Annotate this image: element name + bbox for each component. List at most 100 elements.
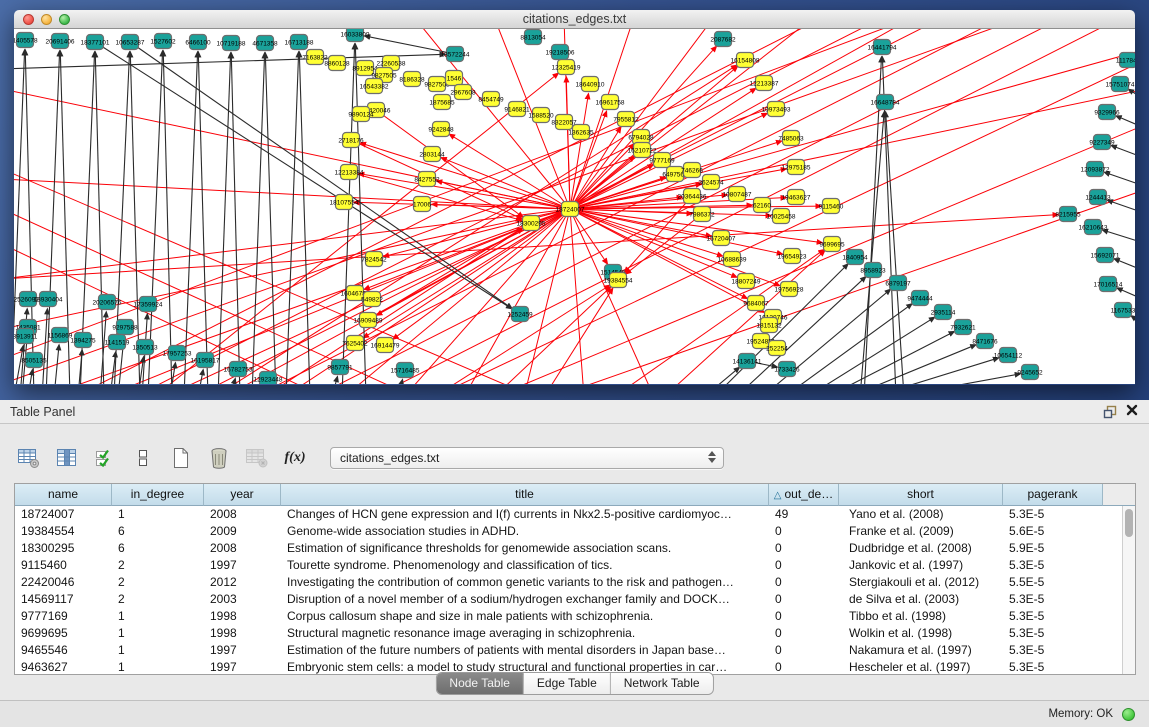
- graph-node[interactable]: 19654923: [778, 249, 807, 264]
- graph-node[interactable]: 15716485: [391, 363, 420, 378]
- graph-node[interactable]: 8186328: [399, 72, 425, 87]
- graph-node[interactable]: 10025458: [767, 209, 796, 224]
- graph-node[interactable]: 6466100: [185, 35, 211, 50]
- graph-node[interactable]: 1252459: [507, 307, 533, 322]
- graph-node[interactable]: 16648784: [871, 95, 900, 110]
- graph-node[interactable]: 8958923: [860, 263, 886, 278]
- graph-node[interactable]: 7986372: [689, 207, 715, 222]
- graph-node[interactable]: 9245652: [1017, 365, 1043, 380]
- table-vertical-scrollbar[interactable]: [1122, 506, 1135, 674]
- window-titlebar[interactable]: citations_edges.txt: [14, 10, 1135, 29]
- graph-node[interactable]: 8813054: [520, 30, 546, 45]
- table-row[interactable]: 946362711997Embryonic stem cells: a mode…: [15, 659, 1122, 674]
- tab-network-table[interactable]: Network Table: [610, 673, 713, 694]
- graph-node[interactable]: 2935114: [931, 305, 956, 320]
- graph-node[interactable]: 1546: [446, 71, 463, 86]
- select-columns-icon[interactable]: [92, 445, 118, 471]
- graph-node[interactable]: 9297588: [112, 320, 138, 335]
- graph-node[interactable]: 2967608: [450, 85, 476, 100]
- table-row[interactable]: 977716911998Corpus callosum shape and si…: [15, 608, 1122, 625]
- graph-node[interactable]: 9699695: [819, 237, 845, 252]
- graph-node[interactable]: 9329966: [1094, 105, 1120, 120]
- graph-node[interactable]: 12923448: [254, 372, 283, 385]
- graph-node[interactable]: 9146821: [504, 102, 530, 117]
- graph-node[interactable]: 8427552: [414, 172, 440, 187]
- graph-node[interactable]: 8454749: [478, 92, 504, 107]
- graph-node[interactable]: 16195817: [191, 353, 220, 368]
- graph-node[interactable]: 252254: [766, 341, 788, 356]
- graph-node[interactable]: 15692071: [1091, 248, 1120, 263]
- table-row[interactable]: 969969511998Structural magnetic resonanc…: [15, 625, 1122, 642]
- graph-node[interactable]: 10653287: [116, 35, 145, 50]
- table-row[interactable]: 1456911722003Disruption of a novel membe…: [15, 591, 1122, 608]
- delete-column-icon[interactable]: [206, 445, 232, 471]
- graph-node[interactable]: 16154808: [731, 53, 760, 68]
- graph-node[interactable]: 20206576: [93, 295, 122, 310]
- graph-node[interactable]: 15751074: [1106, 77, 1135, 92]
- delete-table-icon[interactable]: [244, 445, 270, 471]
- graph-node[interactable]: 1588520: [528, 108, 554, 123]
- graph-node[interactable]: 10719188: [217, 36, 246, 51]
- graph-node[interactable]: 20364436: [678, 189, 707, 204]
- tab-node-table[interactable]: Node Table: [436, 673, 523, 694]
- graph-node[interactable]: 1141519: [105, 335, 130, 350]
- graph-node[interactable]: 9115460: [819, 199, 844, 214]
- zoom-window-button[interactable]: [59, 14, 70, 25]
- graph-node[interactable]: 16033809: [341, 29, 370, 42]
- graph-node[interactable]: 746266: [681, 163, 703, 178]
- graph-node[interactable]: 62160: [753, 198, 771, 213]
- graph-node[interactable]: 20691406: [46, 34, 75, 49]
- graph-node[interactable]: 9857791: [327, 360, 353, 375]
- column-header-year[interactable]: year: [204, 484, 281, 506]
- graph-node[interactable]: 1405578: [14, 33, 38, 48]
- minimize-window-button[interactable]: [41, 14, 52, 25]
- network-window[interactable]: citations_edges.txt 18724007140557820691…: [14, 10, 1135, 385]
- graph-node[interactable]: 1117841: [1116, 53, 1135, 68]
- graph-node[interactable]: 1394275: [70, 333, 96, 348]
- column-header-out-de-[interactable]: △out_de…: [769, 484, 839, 506]
- graph-node[interactable]: 549822: [361, 292, 383, 307]
- table-row[interactable]: 946554611997Estimation of the future num…: [15, 642, 1122, 659]
- float-window-icon[interactable]: [1103, 405, 1117, 419]
- graph-node[interactable]: 1875685: [429, 95, 455, 110]
- table-row[interactable]: 1872400712008Changes of HCN gene express…: [15, 506, 1122, 523]
- graph-node[interactable]: 18572244: [441, 47, 470, 62]
- column-header-in-degree[interactable]: in_degree: [112, 484, 204, 506]
- table-mode-icon[interactable]: [16, 445, 42, 471]
- graph-node[interactable]: 7824542: [361, 252, 387, 267]
- close-icon[interactable]: [1125, 404, 1139, 419]
- graph-node[interactable]: 8471676: [972, 334, 998, 349]
- graph-node[interactable]: 1156869: [48, 328, 73, 343]
- graph-node[interactable]: 17016514: [1094, 277, 1123, 292]
- column-header-name[interactable]: name: [15, 484, 112, 506]
- table-row[interactable]: 911546021997Tourette syndrome. Phenomeno…: [15, 557, 1122, 574]
- graph-node[interactable]: 17006: [413, 197, 431, 212]
- graph-node[interactable]: 18377101: [81, 35, 110, 50]
- column-header-title[interactable]: title: [281, 484, 769, 506]
- graph-node[interactable]: 1244413: [1085, 190, 1111, 205]
- graph-node[interactable]: 2803144: [419, 147, 445, 162]
- show-columns-icon[interactable]: [54, 445, 80, 471]
- graph-node[interactable]: 12213387: [750, 76, 779, 91]
- graph-node[interactable]: 10654112: [994, 348, 1023, 363]
- column-header-pagerank[interactable]: pagerank: [1003, 484, 1103, 506]
- graph-node[interactable]: 1350513: [132, 340, 158, 355]
- graph-node[interactable]: 3624574: [698, 175, 724, 190]
- graph-node[interactable]: 19218506: [546, 45, 575, 60]
- graph-node[interactable]: 7932621: [950, 320, 976, 335]
- graph-node[interactable]: 16914479: [371, 338, 400, 353]
- graph-node[interactable]: 9684067: [743, 296, 769, 311]
- graph-node[interactable]: 19756928: [775, 282, 804, 297]
- graph-node[interactable]: 16441794: [868, 40, 897, 55]
- graph-node[interactable]: 8215955: [1055, 207, 1081, 222]
- graph-node[interactable]: 16210643: [1079, 220, 1108, 235]
- graph-node[interactable]: 1840954: [842, 250, 868, 265]
- graph-node[interactable]: 9227349: [1089, 135, 1115, 150]
- network-view[interactable]: 1872400714055782069140618377101106532871…: [14, 29, 1135, 384]
- graph-node[interactable]: 17957253: [163, 346, 192, 361]
- graph-node[interactable]: 12093872: [1081, 162, 1110, 177]
- graph-node[interactable]: 7955812: [613, 112, 639, 127]
- scrollbar-thumb[interactable]: [1125, 509, 1133, 537]
- graph-node[interactable]: 18807249: [732, 274, 761, 289]
- graph-node[interactable]: 1733426: [774, 362, 800, 377]
